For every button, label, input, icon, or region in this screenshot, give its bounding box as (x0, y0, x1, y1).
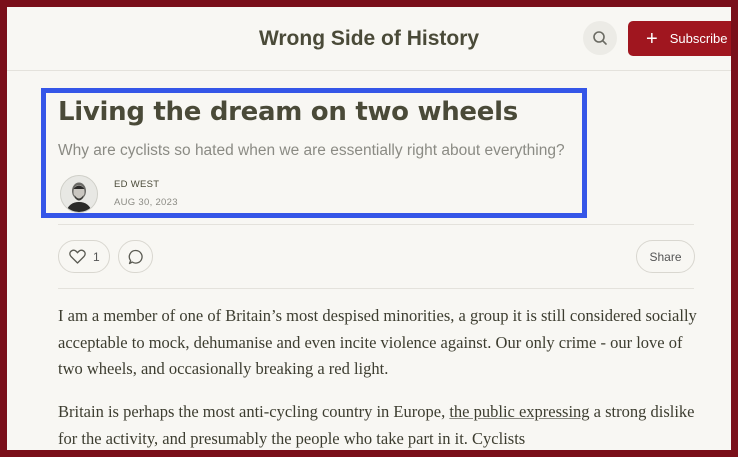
site-title[interactable]: Wrong Side of History (7, 27, 731, 51)
like-button[interactable]: 1 (58, 240, 110, 273)
divider (58, 288, 694, 289)
subscribe-button[interactable]: + Subscribe (628, 21, 731, 56)
share-label: Share (649, 249, 682, 264)
comment-button[interactable] (118, 240, 153, 273)
page-frame: Wrong Side of History + Subscribe Living… (7, 7, 731, 450)
comment-icon (128, 249, 144, 265)
body-paragraph: Britain is perhaps the most anti-cycling… (58, 399, 698, 450)
public-expressing-link[interactable]: the public expressing (449, 402, 589, 421)
body-paragraph: I am a member of one of Britain’s most d… (58, 306, 697, 378)
site-header: Wrong Side of History + Subscribe (7, 7, 731, 71)
heart-icon (69, 249, 86, 264)
subscribe-label: Subscribe (669, 31, 728, 46)
divider (58, 224, 694, 225)
like-count: 1 (93, 249, 100, 264)
plus-icon: + (646, 27, 658, 50)
highlight-box (41, 88, 587, 218)
paragraph-text: Britain is perhaps the most anti-cycling… (58, 402, 450, 421)
search-button[interactable] (583, 21, 617, 55)
share-button[interactable]: Share (636, 240, 695, 273)
search-icon (592, 30, 608, 46)
